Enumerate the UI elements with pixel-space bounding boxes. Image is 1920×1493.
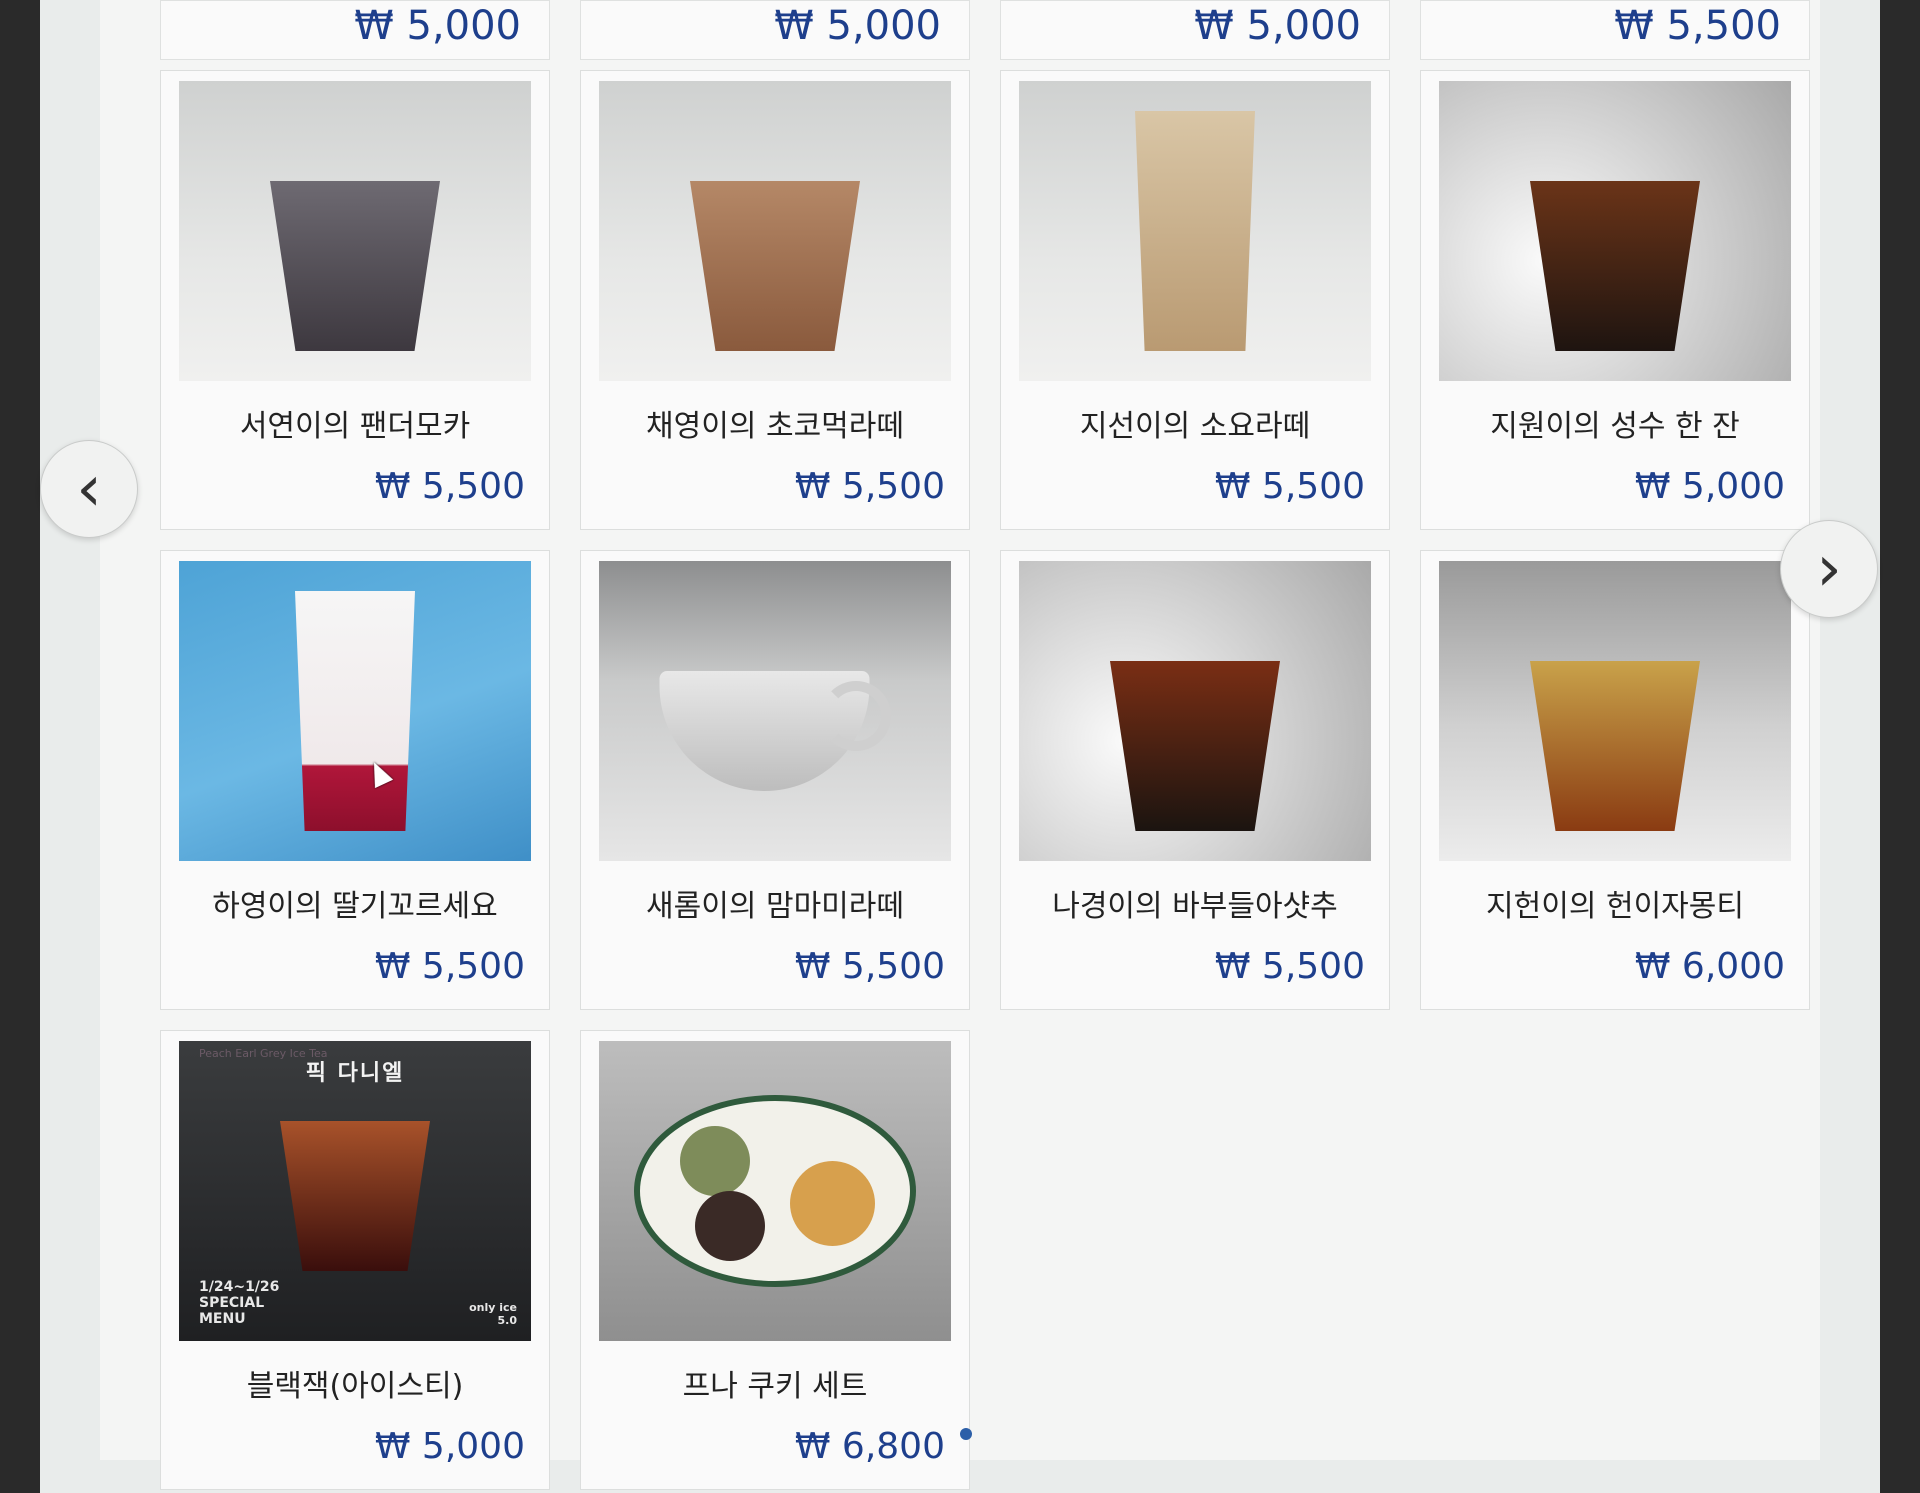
menu-card[interactable]: 지헌이의 헌이자몽티 ₩ 6,000 [1420,550,1810,1010]
poster-note: only ice 5.0 [469,1301,517,1327]
menu-card[interactable]: 서연이의 팬더모카 ₩ 5,500 [160,70,550,530]
prev-page-button[interactable]: ‹ [40,440,138,538]
next-page-button[interactable]: › [1780,520,1878,618]
cookie-graphic [695,1191,765,1261]
menu-card-partial[interactable]: ₩ 5,000 [580,0,970,60]
menu-panel: ₩ 5,000 ₩ 5,000 ₩ 5,000 ₩ 5,500 서연이의 팬더모… [100,0,1820,1490]
cup-graphic [270,181,440,351]
item-name: 새롬이의 맘마미라떼 [646,889,904,924]
item-name: 나경이의 바부들아샷추 [1052,889,1338,924]
menu-card[interactable]: Peach Earl Grey Ice Tea 픽 다니엘 1/24~1/26 … [160,1030,550,1490]
item-price: ₩ 5,000 [1634,466,1785,507]
item-name: 지헌이의 헌이자몽티 [1486,889,1744,924]
poster-title: 픽 다니엘 [305,1061,405,1086]
item-price: ₩ 5,500 [374,946,525,987]
kiosk-screen: ₩ 5,000 ₩ 5,000 ₩ 5,000 ₩ 5,500 서연이의 팬더모… [40,0,1880,1493]
page-indicator[interactable] [960,1428,972,1440]
item-name: 서연이의 팬더모카 [239,409,471,444]
item-photo [179,561,531,861]
item-price: ₩ 5,500 [1214,946,1365,987]
item-price: ₩ 5,500 [374,466,525,507]
cup-graphic [280,1121,430,1271]
item-name: 채영이의 초코먹라떼 [646,409,904,444]
item-name: 블랙잭(아이스티) [246,1369,464,1404]
menu-card[interactable]: 나경이의 바부들아샷추 ₩ 5,500 [1000,550,1390,1010]
menu-card[interactable]: 새롬이의 맘마미라떼 ₩ 5,500 [580,550,970,1010]
item-price: ₩ 5,000 [374,1426,525,1467]
cup-graphic [1530,181,1700,351]
item-price: ₩ 5,500 [794,946,945,987]
previous-row-partial: ₩ 5,000 ₩ 5,000 ₩ 5,000 ₩ 5,500 [160,0,1810,60]
menu-card[interactable]: 채영이의 초코먹라떼 ₩ 5,500 [580,70,970,530]
menu-card[interactable]: 프나 쿠키 세트 ₩ 6,800 [580,1030,970,1490]
item-photo [599,561,951,861]
item-photo [179,81,531,381]
item-price: ₩ 5,000 [354,3,521,49]
cup-graphic [1530,661,1700,831]
plate-graphic [634,1095,916,1287]
menu-card[interactable]: 지선이의 소요라떼 ₩ 5,500 [1000,70,1390,530]
item-name: 지선이의 소요라떼 [1079,409,1311,444]
item-photo [599,1041,951,1341]
poster-date: 1/24~1/26 SPECIAL MENU [199,1279,280,1327]
item-price: ₩ 5,000 [774,3,941,49]
item-name: 지원이의 성수 한 잔 [1490,409,1740,444]
item-price: ₩ 5,000 [1194,3,1361,49]
item-price: ₩ 5,500 [1214,466,1365,507]
menu-card-partial[interactable]: ₩ 5,000 [1000,0,1390,60]
item-price: ₩ 5,500 [1614,3,1781,49]
item-price: ₩ 6,800 [794,1426,945,1467]
item-price: ₩ 5,500 [794,466,945,507]
item-photo: Peach Earl Grey Ice Tea 픽 다니엘 1/24~1/26 … [179,1041,531,1341]
chevron-right-icon: › [1816,532,1842,606]
item-photo [1019,561,1371,861]
cookie-graphic [680,1126,750,1196]
item-photo [1439,561,1791,861]
cup-graphic [690,181,860,351]
cookie-graphic [790,1161,875,1246]
mug-handle-graphic [821,681,891,751]
chevron-left-icon: ‹ [76,452,102,526]
menu-card[interactable]: 하영이의 딸기꼬르세요 ₩ 5,500 [160,550,550,1010]
menu-card[interactable]: 지원이의 성수 한 잔 ₩ 5,000 [1420,70,1810,530]
item-photo [599,81,951,381]
item-name: 프나 쿠키 세트 [682,1369,868,1404]
cup-graphic [295,591,415,831]
menu-card-partial[interactable]: ₩ 5,000 [160,0,550,60]
cup-graphic [1110,661,1280,831]
menu-card-partial[interactable]: ₩ 5,500 [1420,0,1810,60]
item-photo [1439,81,1791,381]
item-name: 하영이의 딸기꼬르세요 [212,889,498,924]
item-photo [1019,81,1371,381]
menu-grid: 서연이의 팬더모카 ₩ 5,500 채영이의 초코먹라떼 ₩ 5,500 지선이… [160,70,1810,1490]
item-price: ₩ 6,000 [1634,946,1785,987]
cup-graphic [1135,111,1255,351]
